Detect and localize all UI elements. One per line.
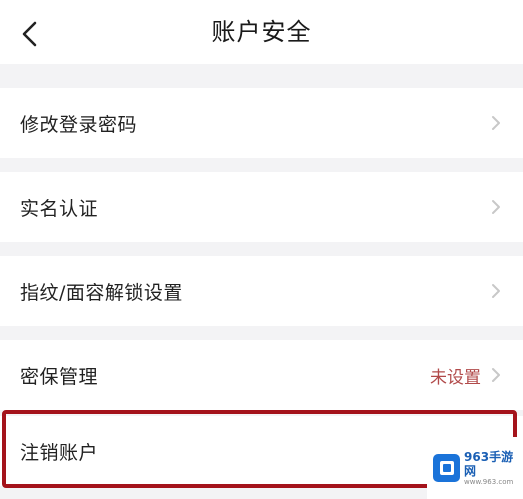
menu-item-label: 密保管理 [20, 365, 99, 388]
menu-item-label: 实名认证 [20, 197, 99, 220]
menu-item-label: 修改登录密码 [20, 113, 138, 136]
chevron-right-icon [492, 116, 500, 130]
section-divider [0, 326, 523, 340]
section-divider [0, 242, 523, 256]
page-title: 账户安全 [211, 18, 312, 46]
status-value: 未设置 [430, 367, 481, 388]
watermark-logo-icon [433, 454, 461, 482]
section-divider [0, 64, 523, 88]
chevron-right-icon [492, 284, 500, 298]
watermark: 963手游网 www.963.com [427, 437, 523, 499]
section-divider [0, 158, 523, 172]
nav-bar: 账户安全 [0, 0, 523, 64]
chevron-right-icon [492, 368, 500, 382]
menu-item-label: 指纹/面容解锁设置 [20, 281, 183, 304]
chevron-right-icon [492, 200, 500, 214]
menu-item-change-password[interactable]: 修改登录密码 [0, 88, 523, 158]
menu-item-security-questions[interactable]: 密保管理 未设置 [0, 340, 523, 410]
watermark-name: 963手游网 [464, 449, 514, 478]
menu-item-biometric-unlock[interactable]: 指纹/面容解锁设置 [0, 256, 523, 326]
watermark-url: www.963.com [464, 477, 514, 486]
menu-item-real-name-verification[interactable]: 实名认证 [0, 172, 523, 242]
